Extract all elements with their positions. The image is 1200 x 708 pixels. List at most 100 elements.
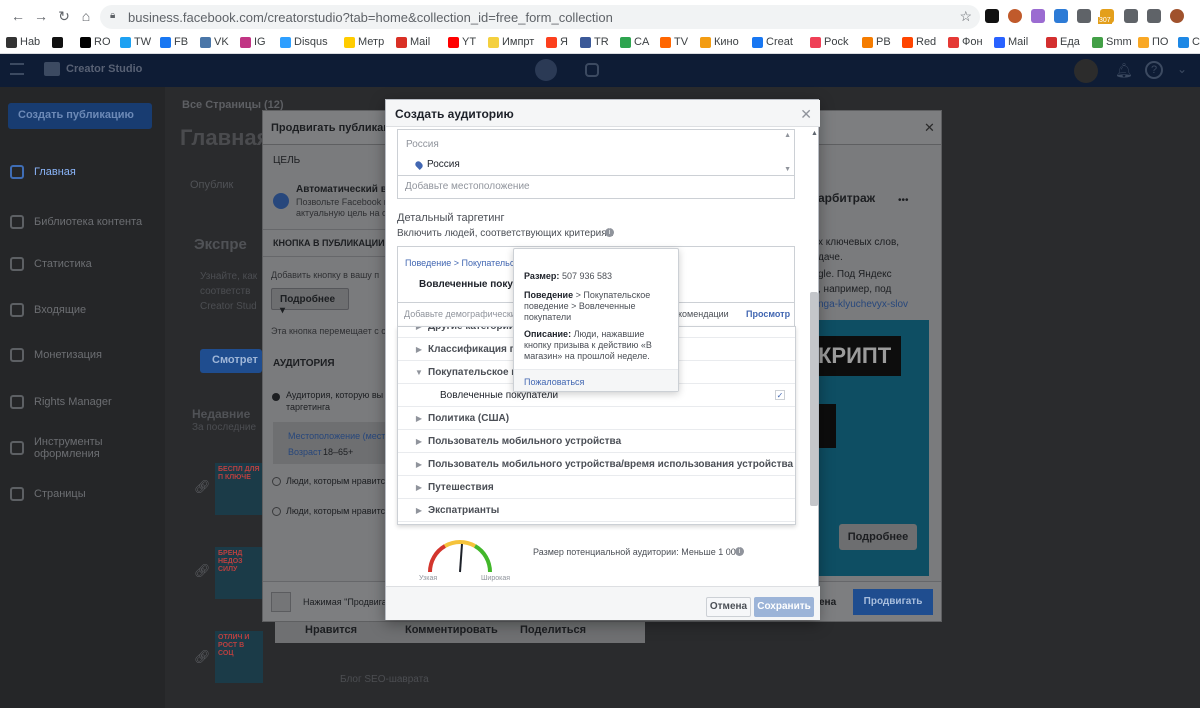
post-thumbnail[interactable]: БЕСПЛ ДЛЯ П КЛЮЧЕ <box>215 463 263 515</box>
preview-link[interactable]: nga-klyuchevyx-slov <box>818 299 908 310</box>
close-icon[interactable]: ✕ <box>800 106 812 123</box>
pocket-icon[interactable] <box>1077 9 1091 23</box>
help-icon[interactable]: ? <box>1145 61 1163 79</box>
extension-icon[interactable] <box>985 9 999 23</box>
bookmark-item[interactable]: VK <box>200 34 229 50</box>
scroll-up-icon[interactable]: ▲ <box>784 132 791 139</box>
bookmark-item[interactable]: TV <box>660 34 688 50</box>
publish-label[interactable]: Опублик <box>190 179 233 191</box>
checkbox[interactable]: ✓ <box>775 390 785 400</box>
bookmark-item[interactable]: YT <box>448 34 476 50</box>
scroll-up-icon[interactable]: ▲ <box>811 130 818 137</box>
comment-button[interactable]: Комментировать <box>405 624 498 636</box>
radio[interactable] <box>272 477 281 486</box>
sidebar-item-library[interactable]: Библиотека контента <box>10 207 160 237</box>
chevron-down-icon[interactable]: ⌄ <box>1177 62 1191 76</box>
scroll-down-icon[interactable]: ▼ <box>784 166 791 173</box>
sidebar-item-home[interactable]: Главная <box>10 162 160 182</box>
bell-icon[interactable]: 🔔︎ <box>1115 62 1133 78</box>
bookmark-item[interactable]: Pock <box>810 34 848 50</box>
bookmark-item[interactable]: Еда <box>1046 34 1080 50</box>
category-item[interactable]: ▶ Экспатрианты <box>398 499 795 522</box>
bookmark-item[interactable]: Disqus <box>280 34 328 50</box>
avatar[interactable] <box>1170 9 1184 23</box>
forward-icon[interactable]: → <box>33 8 49 24</box>
category-item[interactable]: ▶ Пользователь мобильного устройства <box>398 430 795 453</box>
cancel-hint[interactable]: ена <box>819 597 836 608</box>
share-button[interactable]: Поделиться <box>520 624 586 636</box>
menu-icon[interactable] <box>10 63 24 75</box>
bookmark-item[interactable]: Hab <box>6 34 40 50</box>
extension-icon[interactable] <box>1008 9 1022 23</box>
close-icon[interactable]: ✕ <box>924 120 935 136</box>
instagram-icon[interactable] <box>585 63 599 77</box>
cancel-button[interactable]: Отмена <box>706 597 751 617</box>
button-note: Эта кнопка перемещает с со <box>271 326 391 336</box>
bookmark-item[interactable]: Я <box>546 34 568 50</box>
create-post-button[interactable]: Создать публикацию <box>8 103 152 129</box>
bookmark-item[interactable]: PB <box>862 34 891 50</box>
reload-icon[interactable]: ↻ <box>56 8 72 24</box>
bookmark-item[interactable]: Импрт <box>488 34 534 50</box>
promote-button[interactable]: Продвигать <box>853 589 933 615</box>
details-button[interactable]: Подробнее <box>839 524 917 550</box>
bookmark-item[interactable]: Метр <box>344 34 384 50</box>
report-link[interactable]: Пожаловаться <box>524 377 584 387</box>
bookmark-item[interactable]: Mail <box>396 34 430 50</box>
auto-goal-title[interactable]: Автоматический вы <box>296 184 395 195</box>
category-item[interactable]: ▶ Путешествия <box>398 476 795 499</box>
sidebar-item-rights-manager[interactable]: Rights Manager <box>10 392 160 412</box>
targeting-breadcrumb[interactable]: Поведение > Покупательск <box>405 258 518 268</box>
sidebar-item-pages[interactable]: Страницы <box>10 484 160 504</box>
browse-link[interactable]: Просмотр <box>746 309 790 319</box>
settings-icon[interactable] <box>271 592 291 612</box>
bookmark-item[interactable]: ПО <box>1138 34 1168 50</box>
bookmark-item[interactable]: Кино <box>700 34 739 50</box>
extension-icon[interactable] <box>1147 9 1161 23</box>
page-title: Главная <box>180 125 270 150</box>
extension-icon[interactable] <box>1031 9 1045 23</box>
bookmark-item[interactable]: Сёр <box>1178 34 1200 50</box>
puzzle-icon[interactable] <box>1124 9 1138 23</box>
bookmark-item[interactable]: TW <box>120 34 151 50</box>
bookmark-item[interactable]: Creat <box>752 34 793 50</box>
category-item[interactable]: ▶ Политика (США) <box>398 407 795 430</box>
back-icon[interactable]: ← <box>10 8 26 24</box>
post-thumbnail[interactable]: БРЕНД НЕДОЗ СИЛУ <box>215 547 263 599</box>
like-button[interactable]: Нравится <box>305 624 357 636</box>
bookmark-item[interactable]: CA <box>620 34 649 50</box>
bookmark-item[interactable]: Smm <box>1092 34 1132 50</box>
bookmark-item[interactable]: Mail <box>994 34 1028 50</box>
sidebar-item-inbox[interactable]: Входящие <box>10 300 160 320</box>
avatar[interactable] <box>1074 59 1098 83</box>
save-button[interactable]: Сохранить <box>754 597 814 617</box>
radio-selected[interactable] <box>272 393 280 401</box>
more-icon[interactable]: ••• <box>898 195 909 206</box>
cta-button-select[interactable]: Подробнее ▾ <box>271 288 349 316</box>
radio[interactable] <box>272 507 281 516</box>
post-thumbnail[interactable]: ОТЛИЧ И РОСТ В СОЦ <box>215 631 263 683</box>
address-bar[interactable]: 🔒︎ business.facebook.com/creatorstudio?t… <box>100 5 980 29</box>
add-location-input[interactable]: Добавьте местоположение <box>397 176 795 199</box>
extension-icon[interactable] <box>1054 9 1068 23</box>
bookmark-item[interactable]: FB <box>160 34 188 50</box>
bookmark-item[interactable] <box>52 34 66 50</box>
facebook-icon[interactable] <box>535 59 557 81</box>
bookmark-item[interactable]: Фон <box>948 34 983 50</box>
bookmark-item[interactable]: IG <box>240 34 266 50</box>
sidebar-item-monetization[interactable]: Монетизация <box>10 345 160 365</box>
suggestions-link[interactable]: комендации <box>678 309 729 319</box>
bookmark-item[interactable]: RO <box>80 34 111 50</box>
bookmark-item[interactable]: TR <box>580 34 609 50</box>
bookmark-item[interactable]: Red <box>902 34 936 50</box>
bookmark-star-icon[interactable]: ☆ <box>959 8 972 25</box>
scrollbar[interactable]: ▲ ▼ <box>810 130 818 568</box>
sidebar-item-tools[interactable]: Инструменты оформления <box>10 433 160 463</box>
info-icon[interactable]: i <box>735 547 744 556</box>
category-item[interactable]: ▶ Пользователь мобильного устройства/врем… <box>398 453 795 476</box>
home-icon[interactable]: ⌂ <box>78 8 94 24</box>
country-pin[interactable]: Россия <box>427 159 460 170</box>
view-button[interactable]: Смотрет <box>200 349 262 373</box>
info-icon[interactable]: i <box>605 228 614 237</box>
sidebar-item-stats[interactable]: Статистика <box>10 254 160 274</box>
